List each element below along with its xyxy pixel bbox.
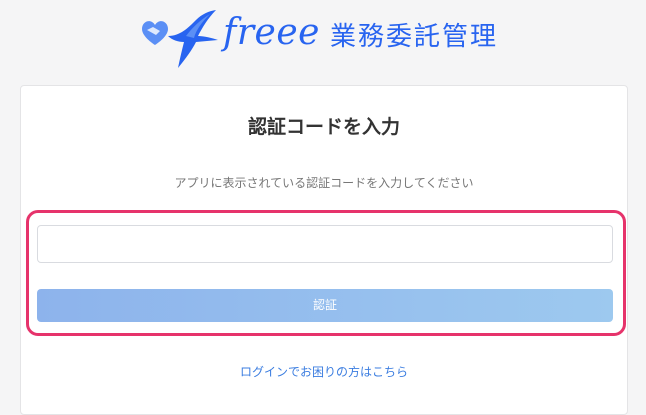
auth-card: 認証コードを入力 アプリに表示されている認証コードを入力してください 認証 ログ… — [20, 85, 628, 415]
app-header: freee 業務委託管理 — [0, 0, 646, 80]
login-help-link[interactable]: ログインでお困りの方はこちら — [21, 364, 627, 380]
instruction-text: アプリに表示されている認証コードを入力してください — [174, 176, 474, 190]
product-name: 業務委託管理 — [330, 22, 499, 52]
page-title: 認証コードを入力 — [247, 116, 400, 138]
bird-with-handshake-heart-icon — [142, 10, 218, 68]
verify-button[interactable]: 認証 — [37, 289, 613, 322]
brand-wordmark: freee — [223, 12, 320, 53]
auth-code-input[interactable] — [37, 225, 613, 263]
